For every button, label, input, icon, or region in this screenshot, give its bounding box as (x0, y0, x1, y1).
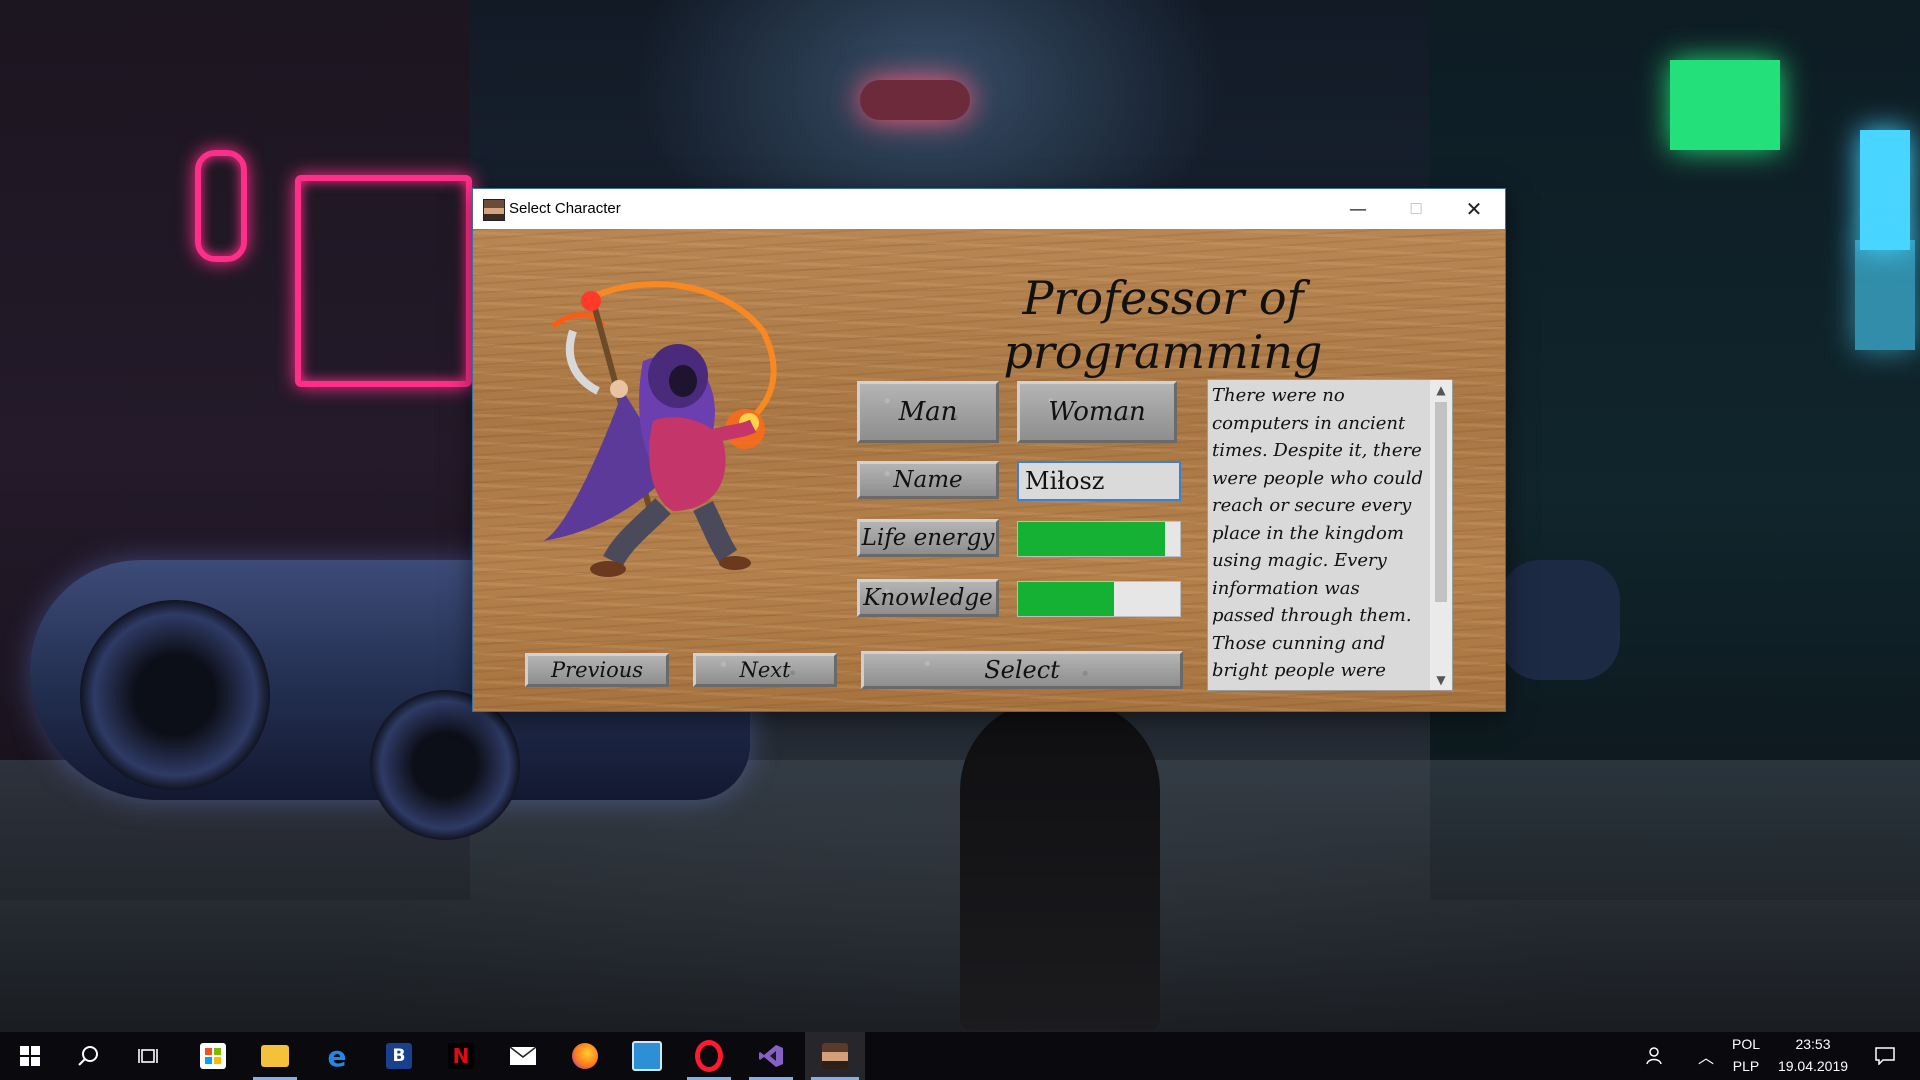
woman-button[interactable]: Woman (1017, 381, 1177, 443)
file-explorer-icon (261, 1045, 289, 1067)
knowledge-bar (1017, 581, 1181, 617)
taskbar-edge[interactable]: e (309, 1032, 365, 1080)
task-view-icon (138, 1049, 158, 1063)
firefox-icon (572, 1043, 598, 1069)
scroll-up-arrow-icon[interactable]: ▲ (1430, 380, 1452, 400)
search-button[interactable] (60, 1032, 116, 1080)
wallpaper-figure (960, 700, 1160, 1030)
windows-logo-icon (20, 1046, 40, 1066)
name-input[interactable] (1017, 461, 1181, 501)
taskbar-netflix[interactable]: N (433, 1032, 489, 1080)
character-app-icon (822, 1043, 848, 1069)
paint-icon (632, 1041, 662, 1071)
scrollbar-thumb[interactable] (1435, 402, 1447, 602)
opera-icon (695, 1040, 723, 1072)
search-icon (78, 1046, 98, 1066)
taskbar-store[interactable] (185, 1032, 241, 1080)
next-button[interactable]: Next (693, 653, 837, 687)
booking-icon: B (386, 1043, 412, 1069)
wallpaper-neon-sign (195, 150, 247, 262)
visual-studio-icon (759, 1045, 783, 1067)
wallpaper-neon-cyan (1860, 130, 1910, 250)
taskbar-select-character[interactable] (805, 1032, 865, 1080)
wallpaper-flying-car (860, 80, 970, 120)
mail-icon (509, 1046, 537, 1065)
start-button[interactable] (2, 1032, 58, 1080)
life-energy-bar-fill (1018, 522, 1166, 556)
taskbar-mail[interactable] (495, 1032, 551, 1080)
life-energy-bar (1017, 521, 1181, 557)
clock-time[interactable]: 23:53 (1770, 1036, 1856, 1052)
people-button[interactable] (1636, 1032, 1676, 1080)
task-view-button[interactable] (120, 1032, 176, 1080)
minimize-button[interactable]: — (1329, 189, 1387, 229)
store-icon (200, 1043, 226, 1069)
taskbar-opera[interactable] (681, 1032, 737, 1080)
knowledge-bar-fill (1018, 582, 1114, 616)
name-label: Name (857, 461, 999, 499)
clock-date[interactable]: 19.04.2019 (1770, 1058, 1856, 1074)
taskbar: e B N ︿ POL PLP 23:53 19.04.2019 (0, 1032, 1920, 1080)
description-text: There were no computers in ancient times… (1212, 385, 1424, 690)
people-icon (1646, 1047, 1662, 1065)
notification-icon (1875, 1047, 1895, 1065)
description-textbox[interactable]: There were no computers in ancient times… (1207, 379, 1453, 691)
window-content: Professor of programming Man Woman Name … (473, 229, 1505, 711)
window-title: Select Character (509, 200, 621, 217)
life-energy-label: Life energy (857, 519, 999, 557)
maximize-button[interactable]: ☐ (1387, 189, 1445, 229)
close-button[interactable]: ✕ (1445, 189, 1503, 229)
character-title: Professor of programming (1003, 271, 1323, 379)
select-button[interactable]: Select (861, 651, 1183, 689)
character-portrait (543, 281, 777, 577)
language-code[interactable]: POL (1726, 1036, 1766, 1052)
taskbar-visual-studio[interactable] (743, 1032, 799, 1080)
window-titlebar[interactable]: Select Character — ☐ ✕ (473, 189, 1505, 229)
wallpaper-neon-green (1670, 60, 1780, 150)
wallpaper-neon-sign (295, 175, 472, 387)
scroll-down-arrow-icon[interactable]: ▼ (1430, 670, 1452, 690)
tray-overflow-chevron-up-icon[interactable]: ︿ (1686, 1032, 1726, 1080)
netflix-icon: N (448, 1043, 474, 1069)
previous-button[interactable]: Previous (525, 653, 669, 687)
wallpaper-neon-cyan (1855, 240, 1915, 350)
man-button[interactable]: Man (857, 381, 999, 443)
description-scrollbar[interactable]: ▲ ▼ (1430, 380, 1452, 690)
edge-icon: e (327, 1039, 347, 1073)
select-character-window: Select Character — ☐ ✕ Professor of prog… (472, 188, 1506, 712)
action-center-button[interactable] (1860, 1032, 1910, 1080)
keyboard-layout[interactable]: PLP (1726, 1058, 1766, 1074)
taskbar-paint[interactable] (619, 1032, 675, 1080)
taskbar-booking[interactable]: B (371, 1032, 427, 1080)
knowledge-label: Knowledge (857, 579, 999, 617)
wallpaper-bike-wheel (80, 600, 270, 790)
wallpaper-bike-wheel (370, 690, 520, 840)
taskbar-file-explorer[interactable] (247, 1032, 303, 1080)
wallpaper-bike-part (1500, 560, 1620, 680)
app-icon (483, 199, 505, 221)
taskbar-firefox[interactable] (557, 1032, 613, 1080)
